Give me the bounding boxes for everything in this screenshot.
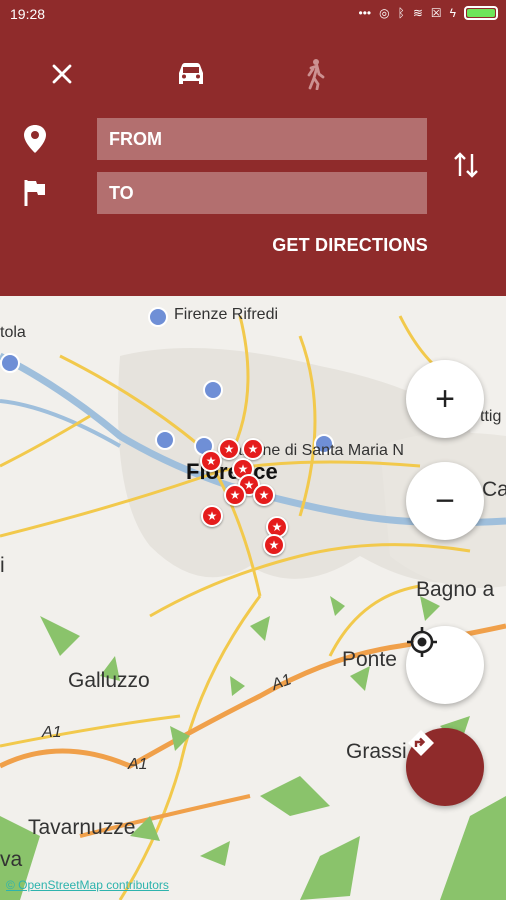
crosshair-icon xyxy=(407,627,437,657)
place-label: i xyxy=(0,554,5,577)
close-icon xyxy=(52,64,72,84)
wifi-icon: ≋ xyxy=(412,6,423,20)
place-label: Ponte xyxy=(342,648,397,671)
osm-attribution-link[interactable]: © OpenStreetMap contributors xyxy=(6,878,169,892)
zoom-out-button[interactable]: − xyxy=(406,462,484,540)
swap-icon xyxy=(454,152,478,178)
swap-button[interactable] xyxy=(452,150,480,180)
car-mode-button[interactable] xyxy=(171,58,211,90)
from-field[interactable]: FROM xyxy=(97,118,427,160)
place-label: Tavarnuzze xyxy=(28,816,136,839)
highway-label: A1 xyxy=(42,724,62,741)
place-label: Bagno a xyxy=(416,578,495,601)
place-label: Grassi xyxy=(346,740,407,763)
poi-marker[interactable]: ★ xyxy=(263,534,285,556)
route-panel: FROM TO GET DIRECTIONS xyxy=(0,30,506,296)
place-label: va xyxy=(0,848,23,871)
close-button[interactable] xyxy=(42,58,82,90)
my-location-button[interactable] xyxy=(406,626,484,704)
poi-marker[interactable]: ★ xyxy=(200,450,222,472)
minus-icon: − xyxy=(435,482,455,520)
status-bar: 19:28 ••• ◎ ᛒ ≋ ☒ ϟ xyxy=(0,0,506,30)
poi-marker[interactable]: ★ xyxy=(242,438,264,460)
status-time: 19:28 xyxy=(10,6,46,22)
zoom-in-button[interactable]: + xyxy=(406,360,484,438)
transit-station-icon[interactable] xyxy=(203,380,223,400)
to-field[interactable]: TO xyxy=(97,172,427,214)
transit-station-icon[interactable] xyxy=(148,307,168,327)
walk-mode-button[interactable] xyxy=(294,58,334,90)
dots-icon: ••• xyxy=(358,6,372,20)
transit-station-icon[interactable] xyxy=(155,430,175,450)
status-icons: ••• ◎ ᛒ ≋ ☒ ϟ xyxy=(359,6,498,20)
sync-icon: ◎ xyxy=(379,6,390,20)
plus-icon: + xyxy=(435,380,455,418)
place-label: ttig xyxy=(480,408,502,425)
poi-marker[interactable]: ★ xyxy=(201,505,223,527)
poi-marker[interactable]: ★ xyxy=(224,484,246,506)
highway-label: A1 xyxy=(128,756,148,773)
directions-button[interactable] xyxy=(406,728,484,806)
place-label: Can xyxy=(482,478,506,501)
battery-icon xyxy=(464,6,498,20)
sim-icon: ☒ xyxy=(430,6,442,20)
map-view[interactable]: Firenze Rifredi Stazione di Santa Maria … xyxy=(0,296,506,900)
flag-icon xyxy=(24,180,45,206)
charging-icon: ϟ xyxy=(449,6,456,20)
car-icon xyxy=(179,63,203,84)
walk-icon xyxy=(307,59,325,90)
bluetooth-icon: ᛒ xyxy=(397,6,405,20)
transit-station-icon[interactable] xyxy=(0,353,20,373)
place-label: Galluzzo xyxy=(68,669,150,692)
location-pin-icon xyxy=(24,125,46,153)
get-directions-button[interactable]: GET DIRECTIONS xyxy=(272,235,428,256)
place-label: Firenze Rifredi xyxy=(174,306,279,323)
poi-marker[interactable]: ★ xyxy=(253,484,275,506)
directions-icon xyxy=(408,730,434,756)
place-label: tola xyxy=(0,324,26,341)
